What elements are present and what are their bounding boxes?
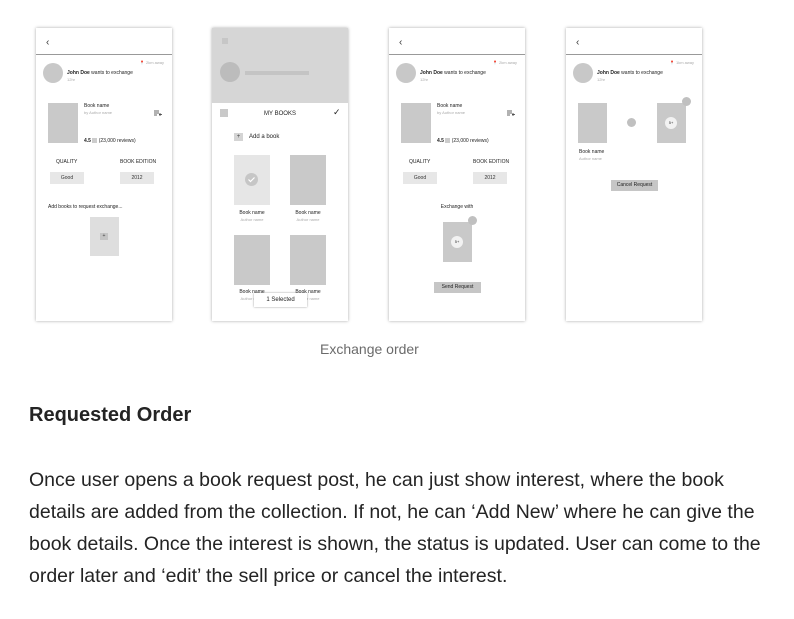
count-badge: 5+ [451, 236, 463, 248]
remove-dot-icon[interactable] [682, 97, 691, 106]
count-badge: 5+ [665, 117, 677, 129]
book-author: Author name [240, 217, 264, 222]
book-name: Book name [437, 103, 463, 109]
my-books-sheet: MY BOOKS ✓ + Add a book Book name Author… [212, 103, 348, 321]
selected-check-icon [245, 173, 258, 186]
user-name: John Doe [420, 70, 443, 76]
user-action: wants to exchange [621, 70, 663, 76]
back-icon[interactable]: ‹ [399, 38, 402, 48]
selected-count-toast: 1 Selected [254, 293, 307, 307]
time-label: 12hr [67, 77, 76, 82]
exchange-book-cover[interactable]: 5+ [443, 222, 472, 262]
quality-label: QUALITY [56, 159, 78, 165]
user-action: wants to exchange [444, 70, 486, 76]
edition-chip[interactable]: 2012 [120, 172, 154, 184]
book-card[interactable] [234, 235, 270, 285]
edition-chip[interactable]: 2012 [473, 172, 507, 184]
user-name: John Doe [597, 70, 620, 76]
time-label: 12hr [420, 77, 429, 82]
blurred-text [245, 71, 309, 75]
book-cover [401, 103, 431, 143]
avatar [396, 63, 416, 83]
rating-row: 4.5 (23,000 reviews) [437, 138, 489, 144]
back-icon[interactable]: ‹ [46, 38, 49, 48]
wireframe-screen-send-request: ‹ 📍 2km away John Doe wants to exchange … [389, 28, 525, 321]
back-icon[interactable]: ‹ [576, 38, 579, 48]
section-heading: Requested Order [29, 404, 192, 426]
star-icon [445, 138, 451, 144]
reviews-count: (23,000 reviews) [451, 138, 489, 144]
quality-chip[interactable]: Good [50, 172, 84, 184]
book-card[interactable] [290, 155, 326, 205]
edition-label: BOOK EDITION [120, 159, 157, 165]
book-cover [48, 103, 78, 143]
sheet-title: MY BOOKS [264, 111, 296, 117]
distance-label: 📍 1km away [669, 60, 694, 65]
add-books-prompt: Add books to request exchange... [48, 204, 123, 210]
rating-value: 4.5 [437, 138, 444, 144]
book-author: by Author name [437, 110, 466, 115]
add-icon[interactable]: + [234, 133, 243, 141]
book-author: by Author name [84, 110, 113, 115]
book-card[interactable] [290, 235, 326, 285]
playlist-add-icon[interactable] [154, 103, 162, 116]
book-title: Book name [295, 210, 321, 216]
exchange-dot-icon [627, 118, 636, 127]
quality-chip[interactable]: Good [403, 172, 437, 184]
quality-label: QUALITY [409, 159, 431, 165]
cancel-request-button[interactable]: Cancel Request [611, 180, 658, 191]
exchange-book-cover: 5+ [657, 103, 686, 143]
remove-dot-icon[interactable] [468, 216, 477, 225]
user-name: John Doe [67, 70, 90, 76]
wireframe-screen-request-details: ‹ 📍 2km away John Doe wants to exchange … [36, 28, 172, 321]
distance-label: 📍 2km away [492, 60, 517, 65]
add-icon: + [100, 233, 108, 240]
avatar [43, 63, 63, 83]
user-line: John Doe wants to exchange [597, 70, 663, 76]
body-paragraph: Once user opens a book request post, he … [29, 469, 761, 587]
distance-label: 📍 2km away [139, 60, 164, 65]
send-request-button[interactable]: Send Request [434, 282, 481, 293]
avatar [573, 63, 593, 83]
book-card-selected[interactable] [234, 155, 270, 205]
book-author: Author name [296, 217, 320, 222]
header-divider [36, 54, 172, 55]
rating-row: 4.5 (23,000 reviews) [84, 138, 136, 144]
wireframe-screen-my-books: MY BOOKS ✓ + Add a book Book name Author… [212, 28, 348, 321]
star-icon [92, 138, 98, 144]
blurred-avatar [220, 62, 240, 82]
rating-value: 4.5 [84, 138, 91, 144]
user-action: wants to exchange [91, 70, 133, 76]
exchange-with-label: Exchange with [440, 204, 474, 210]
wireframe-screen-cancel-request: ‹ 📍 1km away John Doe wants to exchange … [566, 28, 702, 321]
header-divider [566, 54, 702, 55]
user-line: John Doe wants to exchange [420, 70, 486, 76]
book-name: Book name [84, 103, 110, 109]
check-icon[interactable]: ✓ [333, 108, 341, 117]
add-book-slot[interactable]: + [90, 217, 119, 256]
book-title: Book name [239, 210, 265, 216]
reviews-count: (23,000 reviews) [98, 138, 136, 144]
user-line: John Doe wants to exchange [67, 70, 133, 76]
book-name: Book name [579, 149, 605, 155]
playlist-add-icon[interactable] [507, 103, 515, 116]
blurred-back [222, 38, 228, 44]
figure-caption: Exchange order [320, 341, 419, 357]
header-divider [389, 54, 525, 55]
time-label: 12hr [597, 77, 606, 82]
book-author: Author name [579, 156, 602, 161]
edition-label: BOOK EDITION [473, 159, 510, 165]
book-cover [578, 103, 607, 143]
add-a-book-link[interactable]: Add a book [249, 134, 279, 140]
